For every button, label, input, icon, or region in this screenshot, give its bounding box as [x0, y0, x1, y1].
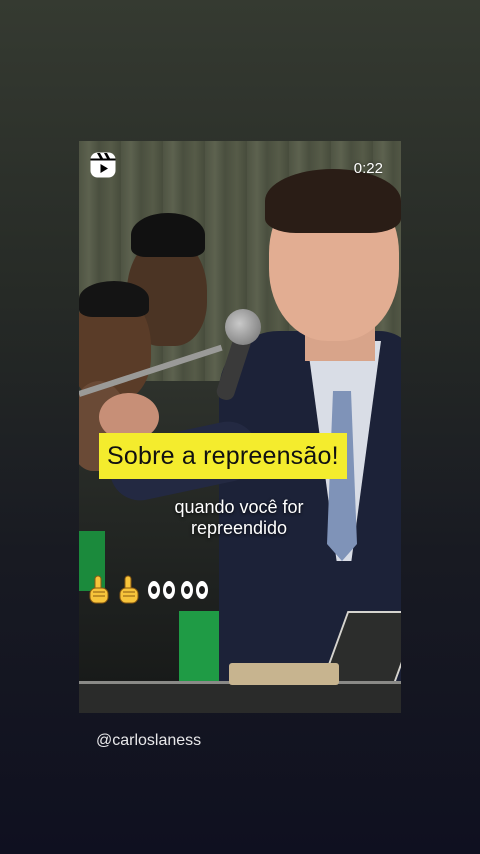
eye-glyph	[147, 580, 161, 600]
caption-subtitle: quando você for repreendido	[139, 497, 339, 539]
caption-subtitle-line: quando você for	[174, 497, 304, 517]
emoji-caption	[85, 575, 209, 605]
bible	[229, 663, 339, 685]
eye-glyph	[180, 580, 194, 600]
reel-video[interactable]: 0:22 Sobre a repreensão! quando você for…	[79, 141, 401, 713]
lectern	[79, 681, 401, 713]
caption-title: Sobre a repreensão!	[99, 433, 347, 479]
audience-hair	[79, 281, 149, 317]
story-screen: 0:22 Sobre a repreensão! quando você for…	[0, 0, 480, 854]
speaker-hair	[265, 169, 401, 233]
index-pointing-up-icon	[119, 575, 139, 604]
microphone-head	[225, 309, 261, 345]
eyes-icon	[180, 580, 209, 600]
video-duration: 0:22	[353, 160, 383, 177]
audience-hair	[131, 213, 205, 257]
reels-icon[interactable]	[89, 151, 117, 179]
eye-glyph	[195, 580, 209, 600]
caption-subtitle-line: repreendido	[190, 518, 288, 538]
eyes-icon	[147, 580, 176, 600]
index-pointing-up-icon	[89, 575, 109, 604]
eye-glyph	[162, 580, 176, 600]
author-handle[interactable]: @carloslaness	[96, 732, 201, 750]
